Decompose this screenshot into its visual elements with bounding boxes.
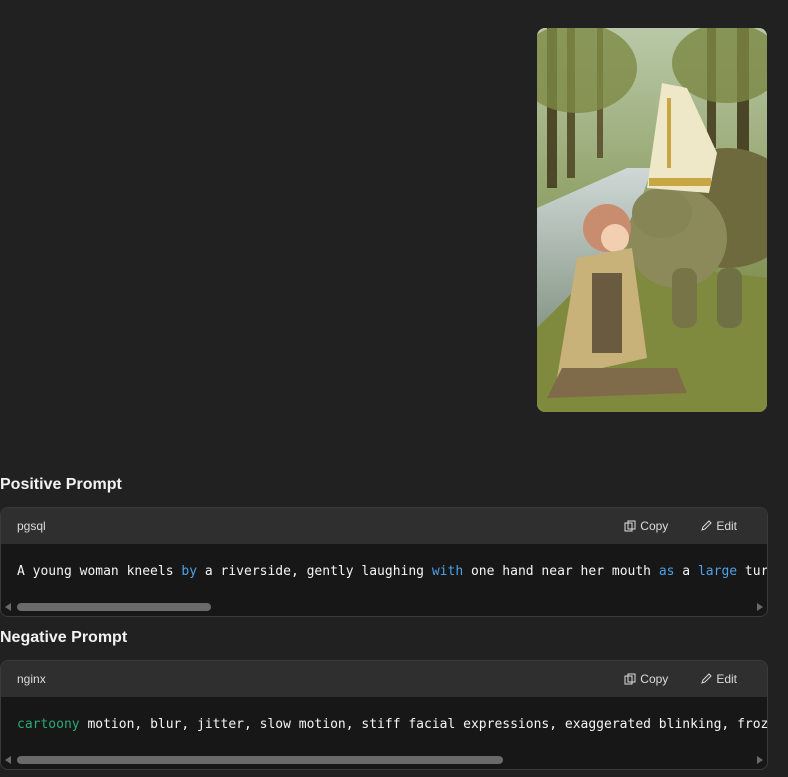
edit-label: Edit bbox=[716, 519, 737, 533]
code-token: A young woman kneels bbox=[17, 564, 182, 579]
scroll-right-arrow[interactable] bbox=[757, 756, 763, 764]
positive-prompt-code: A young woman kneels by a riverside, gen… bbox=[1, 544, 767, 600]
scroll-thumb[interactable] bbox=[17, 756, 503, 764]
code-header: nginx Copy Edit bbox=[1, 661, 767, 697]
code-actions: Copy Edit bbox=[624, 508, 737, 544]
positive-prompt-title: Positive Prompt bbox=[0, 476, 122, 493]
negative-prompt-title: Negative Prompt bbox=[0, 629, 128, 646]
generated-image[interactable] bbox=[537, 28, 767, 412]
negative-prompt-code: cartoony motion, blur, jitter, slow moti… bbox=[1, 697, 767, 753]
edit-label: Edit bbox=[716, 672, 737, 686]
scroll-left-arrow[interactable] bbox=[5, 603, 11, 611]
copy-button[interactable]: Copy bbox=[624, 519, 668, 533]
copy-label: Copy bbox=[640, 519, 669, 533]
scroll-right-arrow[interactable] bbox=[757, 603, 763, 611]
code-token: with bbox=[431, 564, 464, 579]
edit-button[interactable]: Edit bbox=[700, 672, 737, 686]
code-token: large bbox=[697, 564, 738, 579]
image-illustration bbox=[537, 28, 767, 412]
code-token: cartoony bbox=[17, 717, 80, 732]
code-token: a riverside, gently laughing bbox=[197, 564, 432, 579]
code-token: as bbox=[658, 564, 675, 579]
copy-icon bbox=[624, 520, 636, 532]
code-token: motion, blur, jitter, slow motion, stiff… bbox=[79, 717, 767, 732]
scroll-left-arrow[interactable] bbox=[5, 756, 11, 764]
edit-icon bbox=[701, 673, 713, 684]
edit-button[interactable]: Edit bbox=[700, 519, 737, 533]
code-token: one hand near her mouth bbox=[463, 564, 659, 579]
copy-icon bbox=[624, 673, 636, 685]
code-header: pgsql Copy Edit bbox=[1, 508, 767, 544]
horizontal-scrollbar[interactable] bbox=[1, 600, 767, 614]
positive-prompt-code-block: pgsql Copy Edit A young woman kneels by … bbox=[0, 507, 768, 617]
horizontal-scrollbar[interactable] bbox=[1, 753, 767, 767]
language-label: pgsql bbox=[17, 519, 46, 533]
code-token: a bbox=[674, 564, 698, 579]
code-token: by bbox=[181, 564, 198, 579]
scroll-thumb[interactable] bbox=[17, 603, 211, 611]
code-token: turtl bbox=[744, 564, 767, 579]
copy-button[interactable]: Copy bbox=[624, 672, 668, 686]
code-actions: Copy Edit bbox=[624, 661, 737, 697]
language-label: nginx bbox=[17, 672, 46, 686]
copy-label: Copy bbox=[640, 672, 669, 686]
edit-icon bbox=[701, 520, 713, 531]
negative-prompt-code-block: nginx Copy Edit cartoony motion, blur, j… bbox=[0, 660, 768, 770]
